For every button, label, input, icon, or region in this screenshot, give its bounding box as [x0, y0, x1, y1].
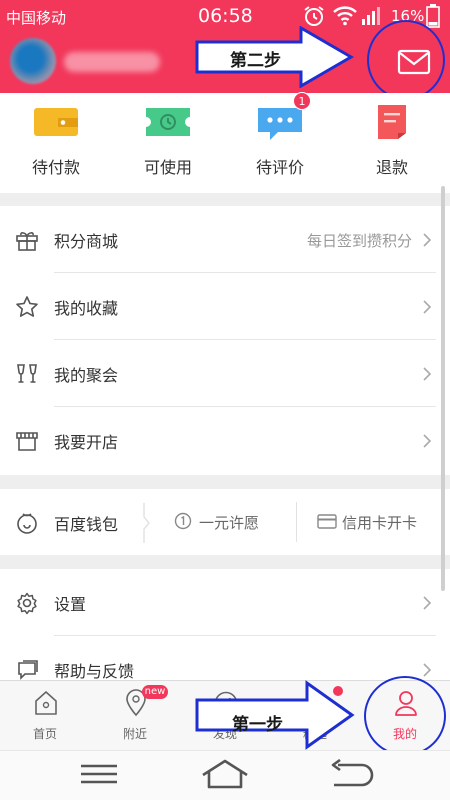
menu-baidu-wallet[interactable]: 百度钱包 — [0, 489, 150, 556]
cheers-icon — [17, 364, 37, 383]
ticket-icon — [146, 108, 190, 136]
order-usable[interactable]: 可使用 — [112, 93, 224, 193]
credit-card-label: 信用卡开卡 — [342, 514, 418, 532]
username-blurred[interactable] — [64, 52, 160, 72]
home-icon — [35, 691, 57, 715]
credit-card-link[interactable]: 信用卡开卡 — [317, 489, 442, 555]
order-to-review[interactable]: 1 待评价 — [224, 92, 336, 193]
menu-points-mall[interactable]: 积分商城 每日签到攒积分 — [0, 206, 450, 273]
order-label: 可使用 — [143, 158, 192, 177]
divider — [296, 502, 297, 542]
menu-gatherings[interactable]: 我的聚会 — [0, 340, 450, 407]
home-key-icon[interactable] — [200, 758, 250, 790]
order-label: 退款 — [375, 158, 408, 177]
menu-label: 积分商城 — [54, 232, 119, 251]
chevron-right-icon — [423, 233, 432, 247]
alarm-icon — [304, 6, 324, 26]
carrier-name: 中国移动 — [6, 9, 67, 27]
battery-icon — [426, 4, 440, 28]
menu-label: 我的聚会 — [54, 366, 119, 385]
star-icon — [16, 296, 38, 317]
order-pending-payment[interactable]: 待付款 — [0, 93, 112, 193]
wifi-icon — [333, 6, 357, 26]
chevron-right-icon — [423, 367, 432, 381]
highlight-circle-mine-tab — [364, 676, 446, 756]
wallet-card: 百度钱包 一元许愿 信用卡开卡 — [0, 489, 450, 555]
step2-label: 第二步 — [230, 51, 281, 71]
menu-card-main: 积分商城 每日签到攒积分 我的收藏 我的聚会 我要开店 — [0, 206, 450, 475]
wallet-divider-notch — [143, 503, 150, 543]
chevron-right-icon — [423, 300, 432, 314]
order-shortcuts: 待付款 可使用 1 待评价 退款 — [0, 92, 450, 193]
scrollbar[interactable] — [441, 186, 445, 591]
menu-label: 百度钱包 — [54, 515, 119, 534]
tab-label: 附近 — [122, 727, 147, 741]
order-label: 待评价 — [255, 158, 304, 177]
menu-icon[interactable] — [78, 762, 120, 786]
feedback-icon — [18, 660, 38, 680]
wallet-icon — [34, 108, 78, 136]
wish-label: 一元许愿 — [199, 514, 260, 532]
menu-label: 我的收藏 — [54, 299, 119, 318]
menu-card-settings: 设置 帮助与反馈 — [0, 569, 450, 681]
menu-settings[interactable]: 设置 — [0, 569, 450, 636]
menu-label: 帮助与反馈 — [54, 662, 135, 681]
credit-card-icon — [317, 514, 337, 529]
menu-favorites[interactable]: 我的收藏 — [0, 273, 450, 340]
step1-label: 第一步 — [232, 715, 283, 735]
clock: 06:58 — [198, 5, 253, 27]
review-count-badge: 1 — [293, 92, 311, 110]
menu-label: 我要开店 — [54, 433, 119, 452]
wallet-logo-icon — [17, 513, 37, 534]
highlight-circle-mail — [367, 20, 445, 100]
wish-link[interactable]: 一元许愿 — [174, 489, 284, 555]
chevron-right-icon — [423, 663, 432, 677]
points-hint: 每日签到攒积分 — [306, 232, 412, 250]
menu-label: 设置 — [54, 595, 87, 614]
tab-home[interactable]: 首页 — [0, 681, 90, 751]
refund-icon — [378, 105, 406, 139]
one-yuan-icon — [174, 512, 192, 530]
order-label: 待付款 — [31, 158, 80, 177]
gear-icon — [17, 592, 37, 615]
chevron-right-icon — [423, 596, 432, 610]
chevron-right-icon — [423, 434, 432, 448]
tab-label: 首页 — [32, 727, 57, 741]
comment-icon — [258, 108, 302, 140]
signal-icon — [362, 7, 380, 25]
menu-open-store[interactable]: 我要开店 — [0, 407, 450, 474]
gift-icon — [16, 232, 38, 251]
system-nav-bar — [0, 750, 450, 800]
store-icon — [16, 432, 38, 451]
avatar[interactable] — [10, 38, 56, 84]
new-badge: new — [142, 685, 168, 699]
order-refund[interactable]: 退款 — [336, 93, 448, 193]
back-icon[interactable] — [328, 759, 376, 789]
